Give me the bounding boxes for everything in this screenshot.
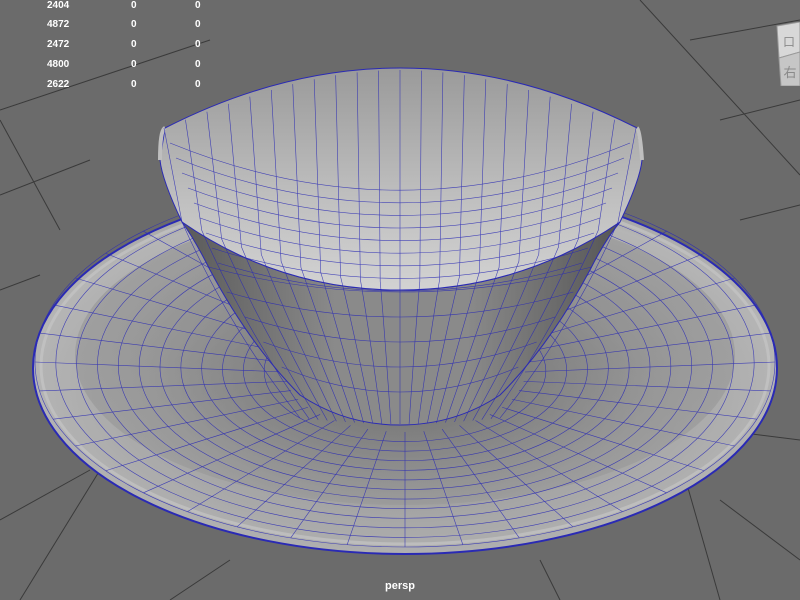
hud-value: 0 — [131, 19, 137, 30]
hud-value: 0 — [195, 59, 201, 70]
hud-value: 2404 — [47, 0, 70, 11]
hud-row: 2472 0 0 — [0, 39, 220, 51]
grid-line — [719, 99, 800, 121]
hud-row: 2404 0 0 — [0, 0, 220, 12]
grid-line — [719, 499, 800, 561]
hud-row: 4800 0 0 — [0, 59, 220, 71]
hud-value: 0 — [195, 19, 201, 30]
camera-name-label: persp — [385, 580, 415, 592]
hud-row: 2622 0 0 — [0, 79, 220, 91]
hud-value: 0 — [131, 79, 137, 90]
hud-value: 0 — [195, 39, 201, 50]
view-cube[interactable]: 口 右 — [765, 22, 800, 86]
view-cube-top-label: 口 — [783, 35, 795, 49]
hud-value: 4872 — [47, 19, 70, 30]
grid-line — [0, 274, 41, 291]
hud-value: 0 — [131, 39, 137, 50]
grid-line — [0, 159, 91, 196]
hud-value: 0 — [131, 59, 137, 70]
view-cube-right-label: 右 — [783, 66, 796, 81]
hud-value: 4800 — [47, 59, 70, 70]
hud-value: 0 — [131, 0, 137, 11]
hud-row: 4872 0 0 — [0, 19, 220, 31]
hud-value: 2472 — [47, 39, 70, 50]
grid-line — [0, 469, 91, 521]
hud-value: 0 — [195, 79, 201, 90]
hud-value: 0 — [195, 0, 201, 11]
maya-perspective-viewport[interactable]: 2404 0 0 4872 0 0 2472 0 0 4800 0 0 2622… — [0, 0, 800, 600]
hud-value: 2622 — [47, 79, 70, 90]
grid-line — [739, 204, 800, 221]
